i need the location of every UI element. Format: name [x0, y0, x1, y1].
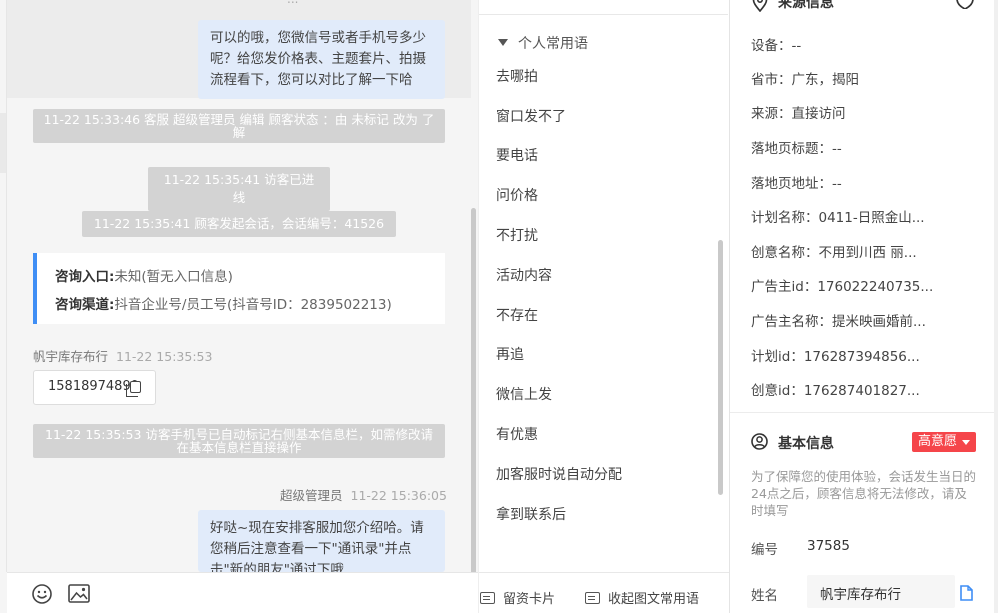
chat-input-toolbar [7, 572, 478, 613]
basic-info-title: 基本信息 [778, 436, 834, 452]
system-notice-visitor-entered: 11-22 15:35:41 访客已进线 [148, 167, 330, 211]
location-pin-icon [752, 0, 768, 16]
phrase-panel-top-divider [479, 14, 728, 15]
shield-icon[interactable] [956, 0, 974, 13]
phrase-item[interactable]: 窗口发不了 [496, 106, 566, 126]
quick-phrase-panel: 个人常用语 去哪拍 窗口发不了 要电话 问价格 不打扰 活动内容 不存在 再追 … [478, 0, 730, 613]
clipped-header-text: ... [287, 0, 298, 6]
system-notice-text: 11-22 15:35:53 访客手机号已自动标记右侧基本信息栏，如需修改请在基… [45, 427, 433, 455]
phrase-item[interactable]: 不打扰 [496, 225, 538, 245]
edit-deadline-notice: 为了保障您的使用体验，会话发生当日的24点之后，顾客信息将无法修改，请及时填写 [751, 469, 977, 518]
chat-scrollbar[interactable] [471, 208, 476, 580]
phrase-item[interactable]: 活动内容 [496, 265, 552, 285]
customer-id-label: 编号 [751, 542, 778, 558]
phrase-item[interactable]: 去哪拍 [496, 66, 538, 86]
visitor-message-time: 11-22 15:35:53 [116, 349, 213, 364]
system-notice-text: 11-22 15:35:41 顾客发起会话，会话编号：41526 [93, 216, 385, 231]
consult-entry-value: 未知(暂无入口信息) [114, 269, 233, 285]
user-circle-icon [751, 433, 768, 454]
phrase-group-toggle[interactable]: 个人常用语 [498, 33, 588, 53]
system-notice-phone-marked: 11-22 15:35:53 访客手机号已自动标记右侧基本信息栏，如需修改请在基… [33, 424, 445, 458]
agent-message-bubble: 可以的哦，您微信号或者手机号多少呢？给您发价格表、主题套片、拍摄流程看下，您可以… [198, 20, 445, 99]
source-row-landing-url: 落地页地址：-- [751, 176, 842, 192]
customer-name-field[interactable]: 帆宇库存布行 [807, 575, 955, 608]
visitor-phone-message: 15818974899 [33, 370, 156, 405]
source-row-device: 设备：-- [751, 38, 802, 54]
section-divider [730, 412, 998, 413]
phrase-item[interactable]: 加客服时说自动分配 [496, 464, 622, 484]
agent-name: 超级管理员 [280, 488, 343, 503]
phrase-group-label: 个人常用语 [518, 36, 588, 52]
visitor-sender-line: 帆宇库存布行 11-22 15:35:53 [33, 346, 212, 365]
phrase-item[interactable]: 拿到联系后 [496, 504, 566, 524]
copy-icon[interactable] [126, 381, 141, 397]
collapse-phrases-button[interactable]: 收起图文常用语 [585, 588, 699, 607]
agent-message-text: 可以的哦，您微信号或者手机号多少呢？给您发价格表、主题套片、拍摄流程看下，您可以… [210, 30, 426, 88]
consult-channel-row: 咨询渠道:抖音企业号/员工号(抖音号ID：2839502213) [55, 291, 427, 319]
consult-channel-label: 咨询渠道: [55, 297, 115, 313]
chat-panel: ... 可以的哦，您微信号或者手机号多少呢？给您发价格表、主题套片、拍摄流程看下… [0, 0, 478, 613]
lead-card-button[interactable]: 留资卡片 [480, 588, 555, 607]
source-row-province: 省市：广东，揭阳 [751, 72, 859, 88]
agent-sender-line: 超级管理员 11-22 15:36:05 [280, 485, 447, 504]
agent-message-time: 11-22 15:36:05 [350, 488, 447, 503]
doc-icon [585, 592, 600, 604]
system-notice-session-start: 11-22 15:35:41 顾客发起会话，会话编号：41526 [82, 211, 396, 237]
customer-info-panel: 来源信息 设备：-- 省市：广东，揭阳 来源：直接访问 落地页标题：-- 落地页… [730, 0, 998, 613]
lead-card-label: 留资卡片 [503, 592, 556, 607]
phrase-item[interactable]: 有优惠 [496, 424, 538, 444]
agent-message-text: 好哒~现在安排客服加您介绍哈。请您稍后注意查看一下"通讯录"并点击"新的朋友"通… [210, 520, 424, 572]
phrase-panel-footer: 留资卡片 收起图文常用语 [479, 572, 730, 613]
consult-entry-label: 咨询入口: [55, 269, 115, 285]
phrase-item[interactable]: 问价格 [496, 185, 538, 205]
consult-entry-row: 咨询入口:未知(暂无入口信息) [55, 263, 427, 291]
caret-down-icon [962, 440, 970, 445]
phrase-scrollbar[interactable] [718, 240, 723, 495]
consult-info-card: 咨询入口:未知(暂无入口信息) 咨询渠道:抖音企业号/员工号(抖音号ID：283… [33, 253, 445, 324]
source-row-advertiser-name: 广告主名称：提米映画婚前... [751, 314, 926, 330]
source-row-plan-id: 计划id：176287394856... [751, 349, 920, 365]
agent-message-bubble: 好哒~现在安排客服加您介绍哈。请您稍后注意查看一下"通讯录"并点击"新的朋友"通… [198, 510, 445, 572]
caret-down-icon [498, 39, 508, 46]
system-notice-text: 11-22 15:33:46 客服 超级管理员 编辑 顾客状态 ：由 未标记 改… [43, 112, 435, 140]
intent-level-dropdown[interactable]: 高意愿 [912, 432, 976, 452]
system-notice-status-change: 11-22 15:33:46 客服 超级管理员 编辑 顾客状态 ：由 未标记 改… [33, 109, 445, 143]
source-info-title: 来源信息 [778, 0, 834, 11]
customer-name-value: 帆宇库存布行 [820, 587, 901, 603]
visitor-name: 帆宇库存布行 [33, 349, 109, 364]
image-icon[interactable] [68, 584, 90, 607]
card-icon [480, 592, 495, 604]
collapse-phrases-label: 收起图文常用语 [608, 592, 700, 607]
source-row-creative-name: 创意名称：不用到川西 丽... [751, 245, 917, 261]
source-row-landing-title: 落地页标题：-- [751, 141, 842, 157]
customer-id-value: 37585 [807, 538, 850, 554]
window-right-edge [994, 0, 998, 613]
source-row-plan-name: 计划名称：0411-日照金山... [751, 210, 925, 226]
source-row-advertiser-id: 广告主id：176022240735... [751, 279, 934, 295]
phrase-item-clipped[interactable]: .... [496, 540, 514, 548]
emoji-icon[interactable] [31, 583, 53, 609]
system-notice-text: 11-22 15:35:41 访客已进线 [163, 172, 315, 205]
phrase-item[interactable]: 再追 [496, 344, 524, 364]
copy-document-icon[interactable] [959, 585, 973, 605]
phrase-item[interactable]: 不存在 [496, 305, 538, 325]
chat-workspace: ... 可以的哦，您微信号或者手机号多少呢？给您发价格表、主题套片、拍摄流程看下… [0, 0, 998, 613]
phrase-item[interactable]: 要电话 [496, 145, 538, 165]
consult-channel-value: 抖音企业号/员工号(抖音号ID：2839502213) [114, 297, 392, 313]
phrase-item[interactable]: 微信上发 [496, 384, 552, 404]
source-row-creative-id: 创意id：176287401827... [751, 383, 920, 399]
intent-level-label: 高意愿 [918, 434, 958, 449]
customer-name-label: 姓名 [751, 588, 778, 604]
source-row-origin: 来源：直接访问 [751, 106, 846, 122]
